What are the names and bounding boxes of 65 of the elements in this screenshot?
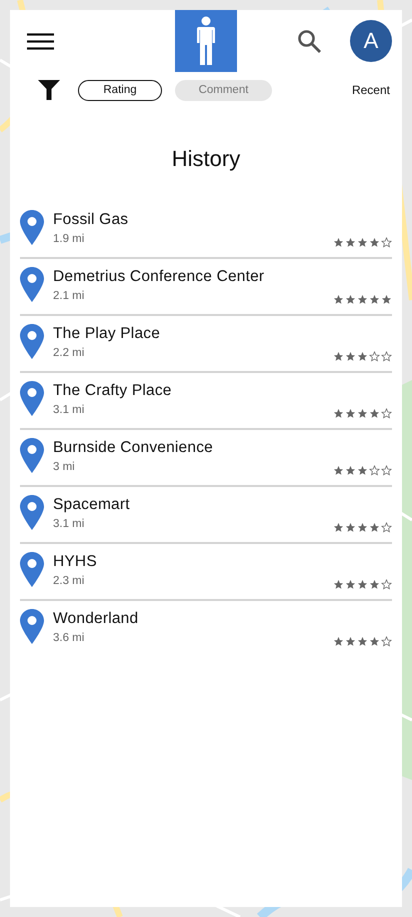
filled-star-icon [357, 522, 368, 533]
filled-star-icon [345, 294, 356, 305]
filled-star-icon [357, 579, 368, 590]
place-name[interactable]: The Play Place [53, 325, 333, 343]
place-distance: 3.1 mi [53, 518, 86, 530]
filled-star-icon [357, 465, 368, 476]
place-name[interactable]: Demetrius Conference Center [53, 268, 333, 286]
filled-star-icon [333, 579, 344, 590]
place-distance: 1.9 mi [53, 233, 86, 245]
filled-star-icon [345, 465, 356, 476]
filled-star-icon [345, 522, 356, 533]
place-distance: 2.2 mi [53, 347, 86, 359]
filled-star-icon [333, 636, 344, 647]
map-pin-icon [20, 438, 44, 473]
place-distance: 2.1 mi [53, 290, 86, 302]
empty-star-icon [381, 465, 392, 476]
filled-star-icon [333, 522, 344, 533]
filled-star-icon [333, 294, 344, 305]
filled-star-icon [345, 579, 356, 590]
filled-star-icon [357, 408, 368, 419]
filled-star-icon [333, 351, 344, 362]
filled-star-icon [345, 237, 356, 248]
place-distance: 3.6 mi [53, 632, 86, 644]
filled-star-icon [369, 294, 380, 305]
map-pin-icon [20, 381, 44, 416]
place-name[interactable]: Fossil Gas [53, 211, 333, 229]
filter-chip[interactable]: Rating [78, 80, 162, 100]
place-distance: 3.1 mi [53, 404, 86, 416]
place-name[interactable]: Burnside Convenience [53, 439, 333, 457]
map-pin-icon [20, 324, 44, 359]
filled-star-icon [357, 237, 368, 248]
place-name[interactable]: Spacemart [53, 496, 333, 514]
filter-icon[interactable] [38, 80, 60, 100]
filled-star-icon [369, 408, 380, 419]
place-name[interactable]: HYHS [53, 553, 333, 571]
filled-star-icon [333, 237, 344, 248]
filled-star-icon [333, 408, 344, 419]
filled-star-icon [357, 636, 368, 647]
place-name[interactable]: Wonderland [53, 610, 333, 628]
filled-star-icon [369, 579, 380, 590]
menu-icon[interactable] [27, 32, 54, 50]
map-pin-icon [20, 267, 44, 302]
map-pin-icon [20, 495, 44, 530]
avatar-button[interactable]: A [350, 20, 392, 62]
filled-star-icon [381, 294, 392, 305]
filled-star-icon [369, 636, 380, 647]
place-name[interactable]: The Crafty Place [53, 382, 333, 400]
filter-chip[interactable]: Comment [175, 80, 272, 100]
map-pin-icon [20, 609, 44, 644]
empty-star-icon [381, 351, 392, 362]
filled-star-icon [369, 237, 380, 248]
filled-star-icon [357, 351, 368, 362]
sort-button[interactable]: Recent [352, 83, 390, 97]
page-title: History [172, 146, 240, 172]
map-pin-icon [20, 552, 44, 587]
filled-star-icon [345, 408, 356, 419]
place-distance: 2.3 mi [53, 575, 86, 587]
filled-star-icon [333, 465, 344, 476]
filled-star-icon [345, 636, 356, 647]
filled-star-icon [357, 294, 368, 305]
filled-star-icon [369, 522, 380, 533]
filled-star-icon [345, 351, 356, 362]
place-distance: 3 mi [53, 461, 76, 473]
search-icon[interactable] [297, 29, 321, 53]
map-pin-icon [20, 210, 44, 245]
